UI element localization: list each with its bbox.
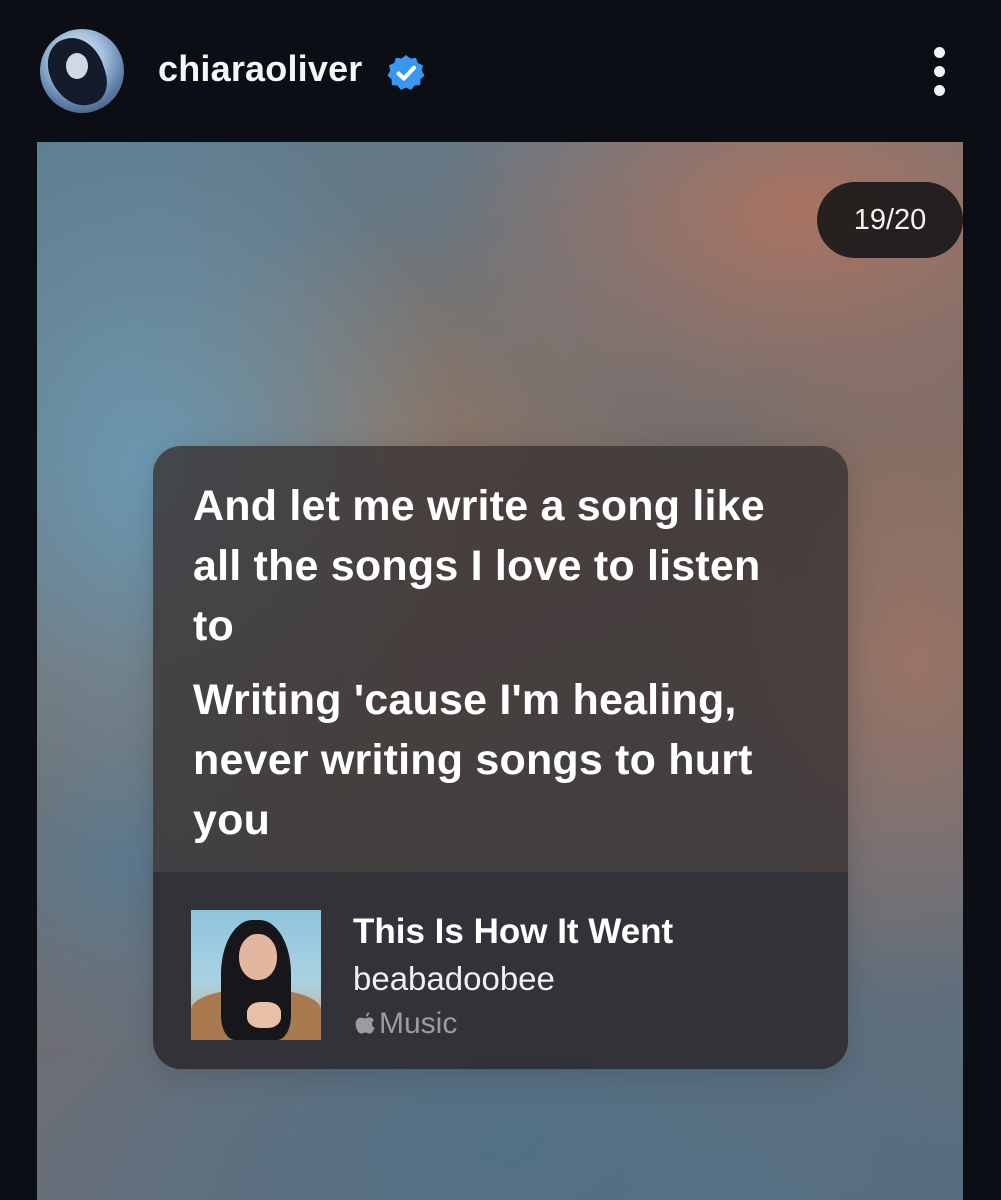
music-service-name: Music [379,1007,458,1040]
song-title: This Is How It Went [353,912,674,951]
lyrics-card[interactable]: And let me write a song like all the son… [153,446,848,1069]
lyric-line: And let me write a song like all the son… [193,482,765,650]
song-info[interactable]: This Is How It Went beabadoobee Music [153,872,848,1069]
song-artist: beabadoobee [353,960,555,997]
album-art [191,910,321,1040]
lyrics-text: And let me write a song like all the son… [193,476,813,864]
slide-counter: 19/20 [817,182,963,258]
post-header: chiaraoliver [0,0,1001,142]
story-media[interactable]: 19/20 And let me write a song like all t… [37,142,963,1200]
avatar-face-shape [66,53,88,79]
music-service-label: Music [353,1007,457,1041]
verified-badge-icon [387,55,425,90]
more-options-icon[interactable] [920,44,960,100]
avatar[interactable] [40,29,124,113]
lyric-line: Writing 'cause I'm healing, never writin… [193,676,753,844]
story-post: chiaraoliver 19/20 And let me write a so… [0,0,1001,1200]
apple-logo-icon [355,1012,375,1034]
username[interactable]: chiaraoliver [158,48,363,90]
